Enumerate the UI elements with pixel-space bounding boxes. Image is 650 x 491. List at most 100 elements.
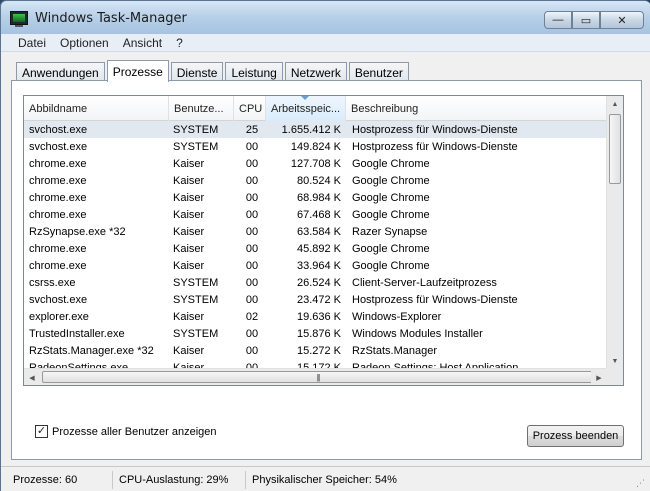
column-header-cpu[interactable]: CPU [234,96,266,121]
process-user-cell: Kaiser [173,157,205,170]
table-row[interactable]: chrome.exe Kaiser 00 68.984 K Google Chrome [24,189,608,206]
process-cpu-cell: 00 [245,327,259,340]
scroll-up-icon[interactable]: ▲ [607,96,623,113]
process-cpu-cell: 00 [245,242,259,255]
process-user-cell: Kaiser [173,259,205,272]
maximize-button[interactable]: ▭ [572,11,600,29]
table-row[interactable]: chrome.exe Kaiser 00 45.892 K Google Chrome [24,240,608,257]
menu-ansicht[interactable]: Ansicht [116,36,169,50]
process-memory-cell: 63.584 K [296,225,341,238]
table-row[interactable]: svchost.exe SYSTEM 00 149.824 K Hostprozess … [24,138,608,155]
tab-anwendungen[interactable]: Anwendungen [16,62,105,82]
end-process-button[interactable]: Prozess beenden [527,425,624,447]
process-name-cell: chrome.exe [29,191,87,204]
column-header-user[interactable]: Benutze... [169,96,234,121]
table-row[interactable]: chrome.exe Kaiser 00 33.964 K Google Chrome [24,257,608,274]
table-row[interactable]: RzStats.Manager.exe *32 Kaiser 00 15.272 K R… [24,342,608,359]
table-row[interactable]: csrss.exe SYSTEM 00 26.524 K Client-Server-L… [24,274,608,291]
process-description-cell: Google Chrome [352,259,430,272]
process-description-cell: Hostprozess für Windows-Dienste [352,293,518,306]
client-area: Anwendungen Prozesse Dienste Leistung Ne… [1,52,650,466]
resize-grip-icon[interactable]: ⋰ [636,478,648,490]
status-cpu-usage: CPU-Auslastung: 29% [113,470,246,489]
process-cpu-cell: 00 [245,293,259,306]
process-memory-cell: 15.876 K [296,327,341,340]
tab-leistung[interactable]: Leistung [225,62,283,82]
process-list[interactable]: Abbildname Benutze... CPU Arbeitsspeic..… [23,95,624,386]
process-user-cell: SYSTEM [173,293,219,306]
process-name-cell: explorer.exe [29,310,89,323]
process-memory-cell: 80.524 K [296,174,341,187]
table-row[interactable]: chrome.exe Kaiser 00 80.524 K Google Chrome [24,172,608,189]
show-all-users-option[interactable]: ✓ Prozesse aller Benutzer anzeigen [35,425,216,438]
process-description-cell: Google Chrome [352,157,430,170]
vertical-scrollbar[interactable]: ▲ ▼ [606,96,623,370]
process-user-cell: SYSTEM [173,327,219,340]
process-memory-cell: 67.468 K [296,208,341,221]
tab-netzwerk[interactable]: Netzwerk [284,62,347,82]
process-cpu-cell: 00 [245,276,259,289]
process-cpu-cell: 00 [245,259,259,272]
menu-help[interactable]: ? [169,36,190,50]
process-memory-cell: 127.708 K [290,157,341,170]
process-description-cell: Google Chrome [352,242,430,255]
process-memory-cell: 68.984 K [296,191,341,204]
process-memory-cell: 19.636 K [296,310,341,323]
tab-benutzer[interactable]: Benutzer [348,62,409,82]
process-cpu-cell: 00 [245,191,259,204]
process-description-cell: RzStats.Manager [352,344,437,357]
table-row[interactable]: RzSynapse.exe *32 Kaiser 00 63.584 K Razer S… [24,223,608,240]
column-header-description[interactable]: Beschreibung [346,96,608,121]
menu-datei[interactable]: Datei [11,36,53,50]
process-description-cell: Hostprozess für Windows-Dienste [352,123,518,136]
horizontal-scrollbar[interactable]: ◀ ||| ▶ [24,368,608,385]
table-row[interactable]: explorer.exe Kaiser 02 19.636 K Windows-Expl… [24,308,608,325]
menu-optionen[interactable]: Optionen [53,36,116,50]
table-row[interactable]: TrustedInstaller.exe SYSTEM 00 15.876 K Wind… [24,325,608,342]
process-cpu-cell: 25 [245,123,259,136]
process-name-cell: chrome.exe [29,208,87,221]
vertical-scroll-thumb[interactable] [609,114,621,184]
process-memory-cell: 23.472 K [296,293,341,306]
tab-dienste[interactable]: Dienste [170,62,224,82]
process-description-cell: Google Chrome [352,174,430,187]
show-all-users-checkbox[interactable]: ✓ [35,425,48,438]
task-manager-icon [10,11,28,27]
table-row[interactable]: chrome.exe Kaiser 00 67.468 K Google Chrome [24,206,608,223]
process-description-cell: Windows Modules Installer [352,327,483,340]
process-name-cell: chrome.exe [29,242,87,255]
process-cpu-cell: 00 [245,140,259,153]
column-header-name[interactable]: Abbildname [24,96,169,121]
process-user-cell: Kaiser [173,191,205,204]
process-description-cell: Windows-Explorer [352,310,442,323]
process-name-cell: svchost.exe [29,123,88,136]
process-memory-cell: 33.964 K [296,259,341,272]
close-button[interactable]: ✕ [600,11,644,29]
scroll-right-icon[interactable]: ▶ [591,369,607,385]
process-name-cell: svchost.exe [29,293,88,306]
task-manager-window: Windows Task-Manager — ▭ ✕ Datei Optione… [0,0,650,491]
title-bar[interactable]: Windows Task-Manager — ▭ ✕ [1,1,650,34]
process-cpu-cell: 02 [245,310,259,323]
column-header-memory[interactable]: Arbeitsspeic... [266,96,346,121]
table-row[interactable]: svchost.exe SYSTEM 25 1.655.412 K Hostprozes… [24,121,608,138]
process-user-cell: SYSTEM [173,276,219,289]
process-cpu-cell: 00 [245,157,259,170]
tab-prozesse[interactable]: Prozesse [106,60,169,82]
process-description-cell: Google Chrome [352,208,430,221]
process-name-cell: chrome.exe [29,174,87,187]
window-title: Windows Task-Manager [35,11,187,26]
process-rows: svchost.exe SYSTEM 25 1.655.412 K Hostprozes… [24,121,608,385]
scroll-corner [606,368,623,385]
process-name-cell: svchost.exe [29,140,88,153]
process-name-cell: csrss.exe [29,276,76,289]
caption-buttons: — ▭ ✕ [544,11,644,29]
process-memory-cell: 26.524 K [296,276,341,289]
process-user-cell: Kaiser [173,310,205,323]
scroll-left-icon[interactable]: ◀ [24,369,40,385]
table-row[interactable]: svchost.exe SYSTEM 00 23.472 K Hostprozess f… [24,291,608,308]
process-cpu-cell: 00 [245,208,259,221]
horizontal-scroll-thumb[interactable]: ||| [42,371,594,383]
minimize-button[interactable]: — [544,11,572,29]
table-row[interactable]: chrome.exe Kaiser 00 127.708 K Google Chrome [24,155,608,172]
